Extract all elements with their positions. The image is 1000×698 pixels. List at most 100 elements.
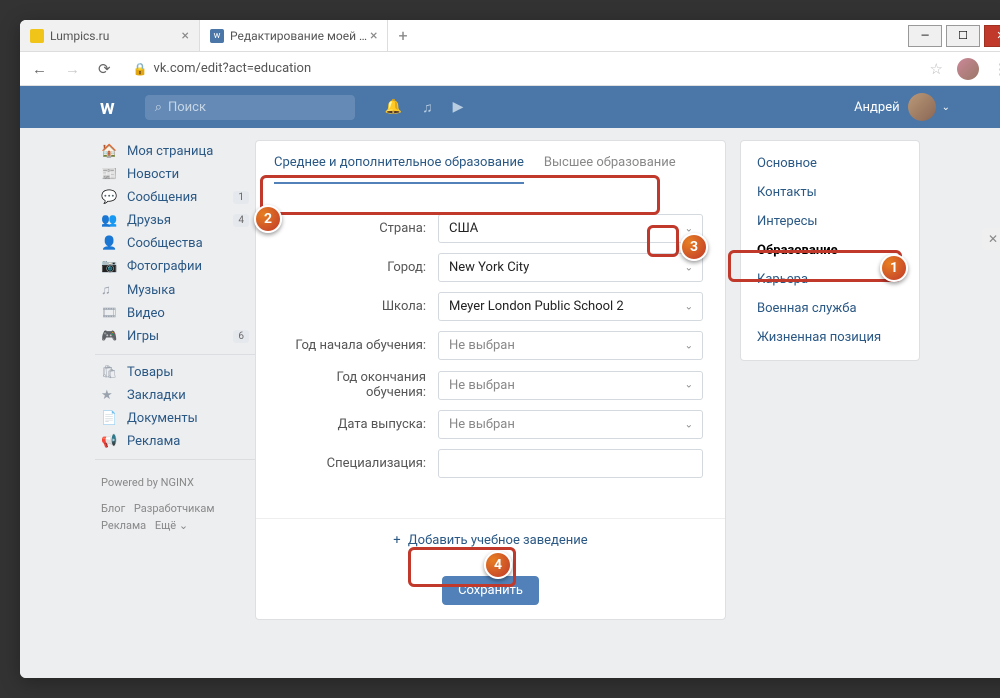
footer-ads-link[interactable]: Реклама bbox=[101, 519, 146, 532]
label-city: Город: bbox=[278, 260, 438, 275]
url-field[interactable]: 🔒 vk.com/edit?act=education bbox=[125, 58, 916, 79]
search-icon: ⌕ bbox=[155, 100, 162, 115]
settings-item-position[interactable]: Жизненная позиция bbox=[741, 323, 919, 352]
save-button[interactable]: Сохранить bbox=[442, 576, 539, 605]
bag-icon: 🛍 bbox=[101, 365, 121, 380]
game-icon: 🎮 bbox=[101, 329, 121, 344]
grad-date-select[interactable]: Не выбран bbox=[438, 410, 703, 439]
sidebar-item-docs[interactable]: 📄 Документы bbox=[95, 407, 255, 430]
sidebar-item-groups[interactable]: 👤 Сообщества bbox=[95, 232, 255, 255]
bell-icon[interactable]: 🔔 bbox=[385, 99, 402, 116]
maximize-button[interactable]: ☐ bbox=[946, 25, 980, 47]
news-icon: 📰 bbox=[101, 167, 121, 182]
sidebar-item-ads[interactable]: 📢 Реклама bbox=[95, 430, 255, 453]
annotation-badge-3: 3 bbox=[680, 233, 708, 261]
close-button[interactable]: ✕ bbox=[984, 25, 1000, 47]
menu-icon[interactable]: ⋮ bbox=[989, 60, 1000, 78]
specialization-input[interactable] bbox=[438, 449, 703, 478]
photo-icon: 📷 bbox=[101, 259, 121, 274]
sidebar-item-messages[interactable]: 💬 Сообщения 1 bbox=[95, 186, 255, 209]
settings-item-military[interactable]: Военная служба bbox=[741, 294, 919, 323]
megaphone-icon: 📢 bbox=[101, 434, 121, 449]
sidebar-item-music[interactable]: ♫Музыка bbox=[95, 278, 255, 302]
doc-icon: 📄 bbox=[101, 411, 121, 426]
favicon-icon: w bbox=[210, 29, 224, 43]
end-year-select[interactable]: Не выбран bbox=[438, 371, 703, 400]
sidebar-item-news[interactable]: 📰Новости bbox=[95, 163, 255, 186]
sidebar-item-label: Закладки bbox=[127, 388, 186, 403]
city-select[interactable]: New York City bbox=[438, 253, 703, 282]
forward-icon[interactable]: → bbox=[61, 60, 84, 78]
sidebar-item-video[interactable]: 🎞 Видео bbox=[95, 302, 255, 325]
groups-icon: 👤 bbox=[101, 236, 121, 251]
sidebar-item-label: Товары bbox=[127, 365, 173, 380]
start-year-select[interactable]: Не выбран bbox=[438, 331, 703, 360]
close-icon[interactable]: × bbox=[370, 28, 377, 44]
video-icon: 🎞 bbox=[101, 306, 121, 321]
music-icon: ♫ bbox=[101, 282, 121, 298]
label-country: Страна: bbox=[278, 221, 438, 236]
profile-avatar[interactable] bbox=[957, 58, 979, 80]
footer-dev-link[interactable]: Разработчикам bbox=[134, 502, 215, 515]
username: Андрей bbox=[854, 100, 900, 115]
sidebar-item-label: Друзья bbox=[127, 213, 171, 228]
vk-header: w ⌕ Поиск 🔔 ♫ ▶ Андрей ⌄ bbox=[20, 86, 1000, 128]
country-select[interactable]: США bbox=[438, 214, 703, 243]
browser-tab-vk[interactable]: w Редактирование моей страницы × bbox=[200, 20, 388, 51]
back-icon[interactable]: ← bbox=[28, 60, 51, 78]
tab-secondary-education[interactable]: Среднее и дополнительное образование bbox=[274, 155, 524, 184]
user-menu[interactable]: Андрей ⌄ bbox=[854, 93, 950, 121]
music-icon[interactable]: ♫ bbox=[422, 99, 433, 116]
annotation-badge-4: 4 bbox=[484, 551, 512, 579]
sidebar-item-label: Фотографии bbox=[127, 259, 202, 274]
sidebar-item-photos[interactable]: 📷 Фотографии bbox=[95, 255, 255, 278]
tab-title: Редактирование моей страницы bbox=[230, 29, 370, 43]
vk-logo[interactable]: w bbox=[100, 95, 115, 119]
badge-count: 6 bbox=[233, 330, 249, 343]
browser-tab-lumpics[interactable]: Lumpics.ru × bbox=[20, 20, 200, 51]
sidebar-item-bookmarks[interactable]: ★Закладки bbox=[95, 384, 255, 407]
sidebar-item-label: Игры bbox=[127, 329, 159, 344]
school-select[interactable]: Meyer London Public School 2 bbox=[438, 292, 703, 321]
star-icon[interactable]: ☆ bbox=[926, 60, 947, 78]
tab-higher-education[interactable]: Высшее образование bbox=[544, 155, 676, 184]
sidebar-item-label: Сообщества bbox=[127, 236, 203, 251]
add-school-label: Добавить учебное заведение bbox=[408, 533, 588, 548]
settings-item-interests[interactable]: Интересы bbox=[741, 207, 919, 236]
sidebar-item-friends[interactable]: 👥 Друзья 4 bbox=[95, 209, 255, 232]
browser-titlebar: Lumpics.ru × w Редактирование моей стран… bbox=[20, 20, 1000, 52]
sidebar-item-label: Видео bbox=[127, 306, 165, 321]
divider bbox=[95, 354, 255, 355]
sidebar-footer: Powered by NGINX Блог Разработчикам Рекл… bbox=[95, 466, 255, 543]
sidebar-item-games[interactable]: 🎮 Игры 6 bbox=[95, 325, 255, 348]
new-tab-button[interactable]: + bbox=[388, 20, 417, 51]
sidebar-item-label: Документы bbox=[127, 411, 198, 426]
annotation-badge-2: 2 bbox=[254, 205, 282, 233]
minimize-button[interactable]: — bbox=[908, 25, 942, 47]
footer-more-link[interactable]: Ещё ⌄ bbox=[155, 519, 188, 532]
play-icon[interactable]: ▶ bbox=[453, 99, 464, 116]
search-input[interactable]: ⌕ Поиск bbox=[145, 95, 355, 120]
browser-window: Lumpics.ru × w Редактирование моей стран… bbox=[20, 20, 1000, 678]
sidebar-item-market[interactable]: 🛍 Товары bbox=[95, 361, 255, 384]
footer-blog-link[interactable]: Блог bbox=[101, 502, 125, 515]
url-text: vk.com/edit?act=education bbox=[154, 61, 312, 76]
avatar bbox=[908, 93, 936, 121]
friends-icon: 👥 bbox=[101, 213, 121, 228]
search-placeholder: Поиск bbox=[168, 100, 206, 115]
close-icon[interactable]: × bbox=[182, 28, 189, 44]
settings-item-general[interactable]: Основное bbox=[741, 149, 919, 178]
sidebar-item-label: Реклама bbox=[127, 434, 180, 449]
badge-count: 4 bbox=[233, 214, 249, 227]
plus-icon: + bbox=[393, 533, 400, 548]
reload-icon[interactable]: ⟳ bbox=[94, 60, 115, 78]
sidebar-item-my-page[interactable]: 🏠Моя страница bbox=[95, 140, 255, 163]
settings-item-contacts[interactable]: Контакты bbox=[741, 178, 919, 207]
clear-country-button[interactable]: ✕ bbox=[982, 228, 1000, 250]
message-icon: 💬 bbox=[101, 190, 121, 205]
label-grad-date: Дата выпуска: bbox=[278, 417, 438, 432]
badge-count: 1 bbox=[233, 191, 249, 204]
label-specialization: Специализация: bbox=[278, 456, 438, 471]
sidebar-item-label: Сообщения bbox=[127, 190, 197, 205]
education-form-panel: Среднее и дополнительное образование Выс… bbox=[255, 140, 726, 620]
